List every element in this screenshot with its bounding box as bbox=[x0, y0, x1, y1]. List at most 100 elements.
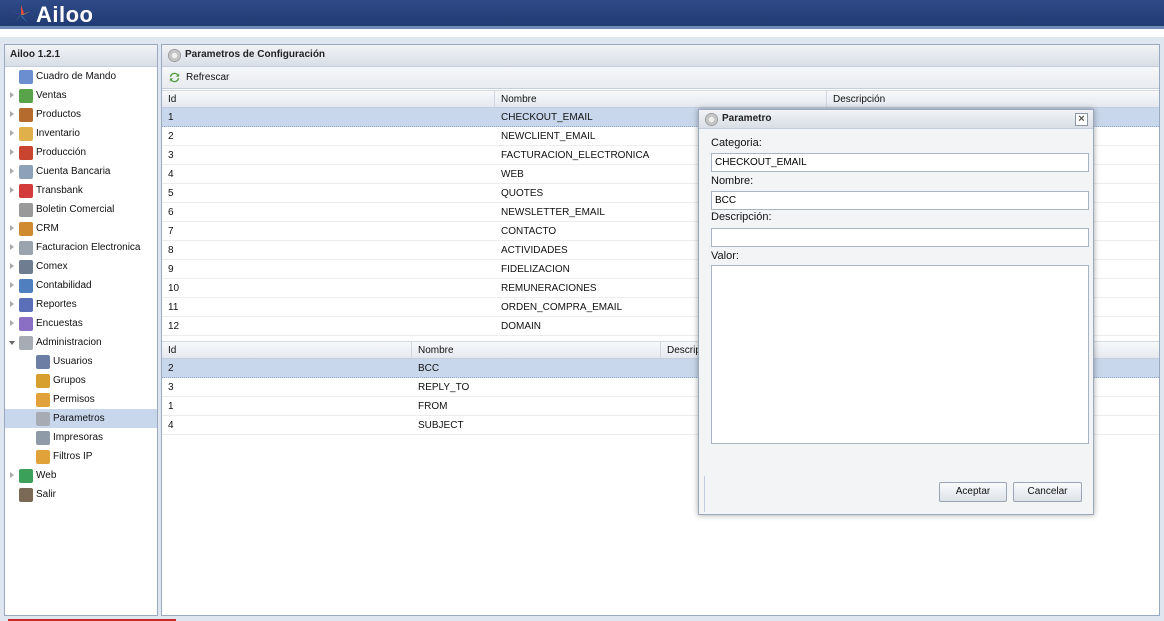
sidebar-item-label: Comex bbox=[36, 261, 68, 272]
column-header-nombre[interactable]: Nombre bbox=[412, 342, 661, 358]
collapse-arrow-icon[interactable] bbox=[9, 341, 15, 345]
divider bbox=[704, 476, 705, 512]
expand-arrow-icon[interactable] bbox=[10, 472, 14, 478]
globe-icon bbox=[19, 468, 33, 483]
money-icon bbox=[19, 88, 33, 103]
users-icon bbox=[19, 221, 33, 236]
sidebar-item-label: Impresoras bbox=[53, 432, 104, 443]
refresh-icon bbox=[169, 72, 180, 83]
sidebar-item-label: Salir bbox=[36, 489, 57, 500]
ailoo-logo[interactable]: Ailoo bbox=[9, 2, 94, 28]
expand-arrow-icon[interactable] bbox=[10, 92, 14, 98]
sidebar-item-boletin-comercial[interactable]: Boletin Comercial bbox=[5, 200, 157, 219]
transbank-icon bbox=[19, 183, 33, 198]
dialog-header[interactable]: Parametro × bbox=[699, 110, 1093, 129]
sidebar-item-label: Reportes bbox=[36, 299, 77, 310]
close-icon[interactable]: × bbox=[1075, 113, 1088, 126]
sidebar-item-parametros[interactable]: Parametros bbox=[5, 409, 157, 428]
column-header-id[interactable]: Id bbox=[162, 342, 412, 358]
column-header-id[interactable]: Id bbox=[162, 91, 495, 107]
expand-arrow-icon[interactable] bbox=[10, 111, 14, 117]
top-bar: Ailoo bbox=[0, 0, 1164, 29]
package-icon bbox=[19, 126, 33, 141]
sidebar-item-grupos[interactable]: Grupos bbox=[5, 371, 157, 390]
sidebar-item-ventas[interactable]: Ventas bbox=[5, 86, 157, 105]
sidebar-item-cuenta-bancaria[interactable]: Cuenta Bancaria bbox=[5, 162, 157, 181]
sidebar-item-label: Contabilidad bbox=[36, 280, 92, 291]
table-cell: 6 bbox=[168, 207, 174, 218]
sidebar-item-label: Transbank bbox=[36, 185, 83, 196]
sidebar-item-reportes[interactable]: Reportes bbox=[5, 295, 157, 314]
table-cell: 5 bbox=[168, 188, 174, 199]
sidebar-item-inventario[interactable]: Inventario bbox=[5, 124, 157, 143]
sidebar: Ailoo 1.2.1 Cuadro de Mando Ventas Product… bbox=[4, 44, 158, 616]
sidebar-item-productos[interactable]: Productos bbox=[5, 105, 157, 124]
table-cell: 1 bbox=[168, 112, 174, 123]
sidebar-header: Ailoo 1.2.1 bbox=[5, 45, 157, 67]
sidebar-item-permisos[interactable]: Permisos bbox=[5, 390, 157, 409]
accept-button[interactable]: Aceptar bbox=[939, 482, 1007, 502]
sidebar-item-web[interactable]: Web bbox=[5, 466, 157, 485]
expand-arrow-icon[interactable] bbox=[10, 225, 14, 231]
expand-arrow-icon[interactable] bbox=[10, 168, 14, 174]
dialog-title: Parametro bbox=[722, 113, 772, 124]
cancel-button[interactable]: Cancelar bbox=[1013, 482, 1082, 502]
sidebar-item-contabilidad[interactable]: Contabilidad bbox=[5, 276, 157, 295]
expand-arrow-icon[interactable] bbox=[10, 187, 14, 193]
sidebar-item-administracion[interactable]: Administracion bbox=[5, 333, 157, 352]
sidebar-item-impresoras[interactable]: Impresoras bbox=[5, 428, 157, 447]
refresh-label: Refrescar bbox=[186, 72, 230, 83]
sidebar-item-cuadro-de-mando[interactable]: Cuadro de Mando bbox=[5, 67, 157, 86]
table-cell: BCC bbox=[418, 363, 440, 374]
table-cell: FROM bbox=[418, 401, 448, 412]
table-cell: 1 bbox=[168, 401, 174, 412]
sidebar-item-comex[interactable]: Comex bbox=[5, 257, 157, 276]
table-cell: 10 bbox=[168, 283, 180, 294]
expand-arrow-icon[interactable] bbox=[10, 149, 14, 155]
categoria-field[interactable] bbox=[711, 153, 1089, 172]
sidebar-item-transbank[interactable]: Transbank bbox=[5, 181, 157, 200]
gear-icon bbox=[36, 411, 50, 426]
categories-grid-header: Id Nombre Descripción bbox=[162, 90, 1159, 108]
sidebar-item-filtros-ip[interactable]: Filtros IP bbox=[5, 447, 157, 466]
descripcion-field[interactable] bbox=[711, 228, 1089, 247]
sidebar-item-label: Cuadro de Mando bbox=[36, 71, 117, 82]
expand-arrow-icon[interactable] bbox=[10, 301, 14, 307]
sidebar-item-salir[interactable]: Salir bbox=[5, 485, 157, 504]
table-cell: 8 bbox=[168, 245, 174, 256]
sidebar-item-crm[interactable]: CRM bbox=[5, 219, 157, 238]
expand-arrow-icon[interactable] bbox=[10, 282, 14, 288]
column-header-nombre[interactable]: Nombre bbox=[495, 91, 827, 107]
sidebar-item-label: Cuenta Bancaria bbox=[36, 166, 111, 177]
refresh-button[interactable]: Refrescar bbox=[168, 71, 229, 84]
group-icon bbox=[36, 373, 50, 388]
sidebar-item-usuarios[interactable]: Usuarios bbox=[5, 352, 157, 371]
config-panel-header: Parametros de Configuración bbox=[162, 45, 1159, 67]
table-cell: 2 bbox=[168, 131, 174, 142]
nombre-field[interactable] bbox=[711, 191, 1089, 210]
gear-icon bbox=[705, 113, 718, 126]
valor-textarea[interactable] bbox=[711, 265, 1089, 444]
table-cell: 3 bbox=[168, 382, 174, 393]
sidebar-item-label: Productos bbox=[36, 109, 82, 120]
column-header-descripcion[interactable]: Descripción bbox=[827, 91, 1159, 107]
app-name: Ailoo bbox=[36, 2, 94, 27]
sidebar-item-facturacion-electronica[interactable]: Facturacion Electronica bbox=[5, 238, 157, 257]
sidebar-item-label: Producción bbox=[36, 147, 87, 158]
sidebar-item-encuestas[interactable]: Encuestas bbox=[5, 314, 157, 333]
sidebar-item-label: Usuarios bbox=[53, 356, 93, 367]
sidebar-item-label: Encuestas bbox=[36, 318, 83, 329]
table-cell: 4 bbox=[168, 420, 174, 431]
sidebar-item-producci-n[interactable]: Producción bbox=[5, 143, 157, 162]
sidebar-item-label: Facturacion Electronica bbox=[36, 242, 141, 253]
calculator-icon bbox=[19, 164, 33, 179]
expand-arrow-icon[interactable] bbox=[10, 130, 14, 136]
nombre-label: Nombre: bbox=[711, 175, 754, 187]
gear-icon bbox=[19, 335, 33, 350]
tag-icon bbox=[19, 202, 33, 217]
sidebar-item-label: Boletin Comercial bbox=[36, 204, 115, 215]
expand-arrow-icon[interactable] bbox=[10, 244, 14, 250]
expand-arrow-icon[interactable] bbox=[10, 320, 14, 326]
expand-arrow-icon[interactable] bbox=[10, 263, 14, 269]
lock-icon bbox=[36, 392, 50, 407]
